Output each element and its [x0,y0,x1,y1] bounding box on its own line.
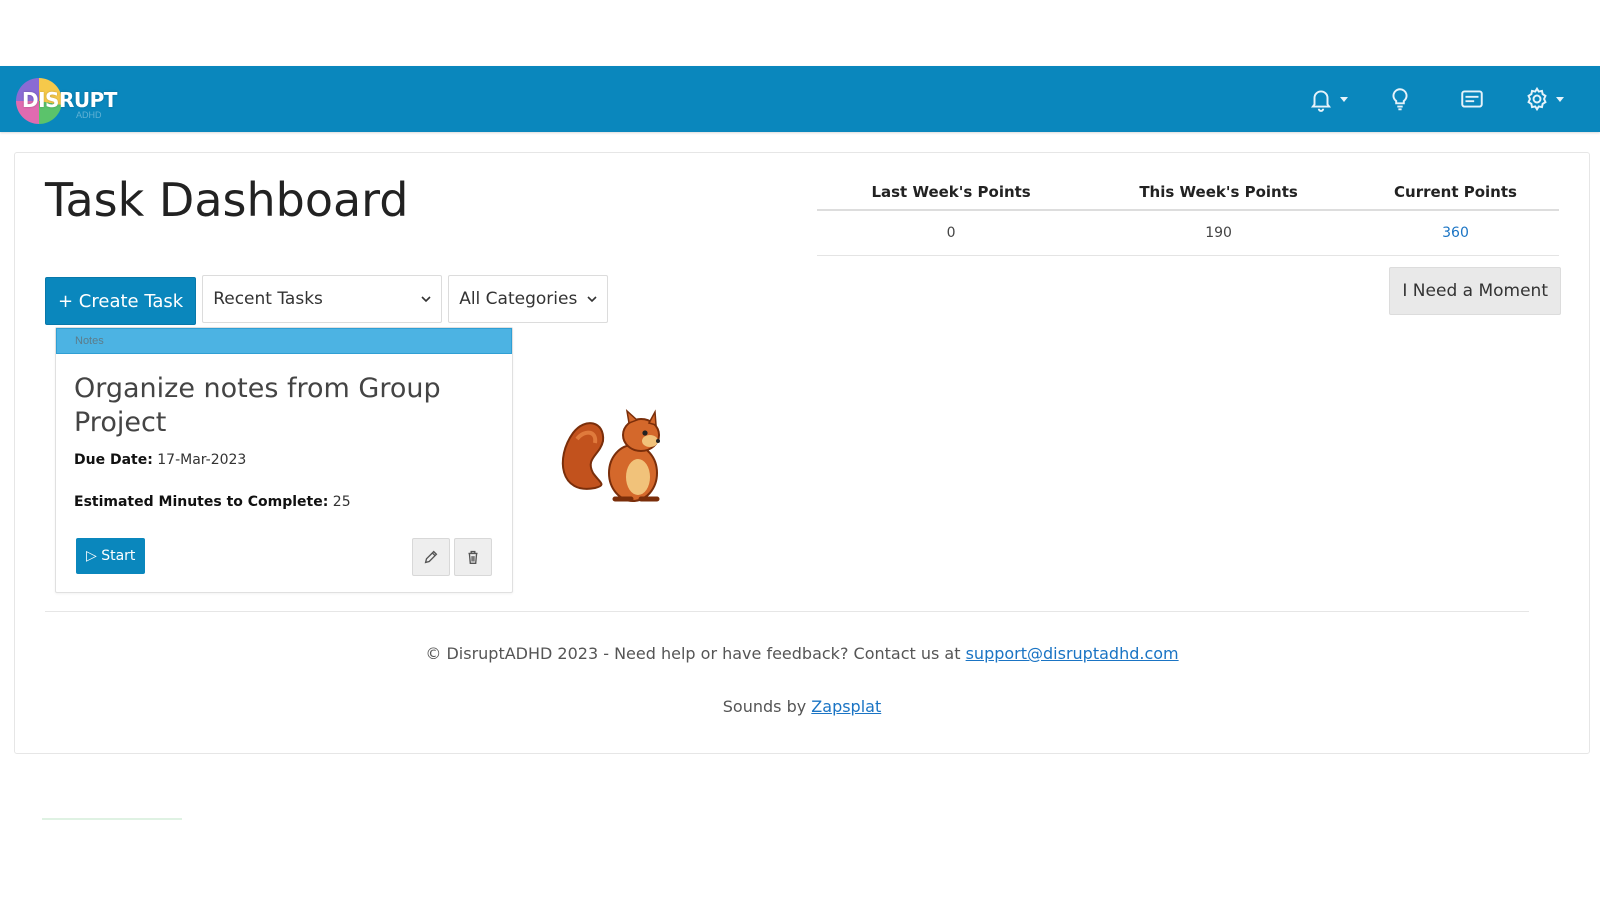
task-filter-value: Recent Tasks [213,289,323,309]
top-navbar: DISRUPT ADHD [0,66,1600,132]
task-filter-select[interactable]: Recent Tasks [202,275,443,323]
decorative-line [42,818,182,820]
brand-subtitle: ADHD [76,110,102,120]
need-a-moment-button[interactable]: I Need a Moment [1389,267,1561,315]
footer-sounds-text: Sounds by [722,697,807,716]
header-this-week-points: This Week's Points [1085,175,1352,211]
chevron-down-icon [587,296,597,303]
current-points-value[interactable]: 360 [1352,210,1559,256]
edit-task-button[interactable] [412,538,450,576]
estimated-minutes-label: Estimated Minutes to Complete: [74,494,329,510]
due-date-label: Due Date: [74,452,153,468]
header-last-week-points: Last Week's Points [817,175,1086,211]
zapsplat-link[interactable]: Zapsplat [811,697,881,716]
points-table: Last Week's Points This Week's Points Cu… [817,175,1559,256]
gear-icon [1527,86,1547,112]
task-title: Organize notes from Group Project [74,373,441,438]
chevron-down-icon [1556,96,1564,102]
task-due-date: Due Date: 17-Mar-2023 [74,452,494,468]
footer-copyright-text: © DisruptADHD 2023 - Need help or have f… [425,644,961,663]
card-icon [1461,90,1483,108]
bell-icon [1310,90,1332,112]
settings-button[interactable] [1508,66,1580,132]
footer-copyright: © DisruptADHD 2023 - Need help or have f… [15,644,1589,663]
chevron-down-icon [1340,96,1348,102]
category-filter-select[interactable]: All Categories [448,275,609,323]
task-estimated-minutes: Estimated Minutes to Complete: 25 [74,494,494,510]
brand-logo[interactable]: DISRUPT ADHD [16,74,126,124]
header-current-points: Current Points [1352,175,1559,211]
category-filter-value: All Categories [459,289,578,309]
support-email-link[interactable]: support@disruptadhd.com [966,644,1179,663]
estimated-minutes-value: 25 [332,494,351,510]
start-task-button[interactable]: ▷ Start [76,538,146,574]
notifications-button[interactable] [1292,66,1364,132]
this-week-points-value: 190 [1085,210,1352,256]
lightbulb-icon [1392,88,1408,111]
squirrel-mascot-image [561,409,660,502]
page-title: Task Dashboard [45,173,409,227]
rewards-button[interactable] [1436,66,1508,132]
last-week-points-value: 0 [817,210,1086,256]
create-task-button[interactable]: + Create Task [45,277,197,325]
dashboard-panel: Task Dashboard Last Week's Points This W… [14,152,1590,754]
footer-divider [45,611,1529,612]
navbar-actions [1292,66,1580,132]
footer-sounds: Sounds by Zapsplat [15,697,1589,716]
chevron-down-icon [421,296,431,303]
due-date-value: 17-Mar-2023 [157,452,247,468]
brand-name: DISRUPT [22,88,117,112]
task-category-bar: Notes [56,328,512,354]
delete-task-button[interactable] [454,538,492,576]
trash-icon [468,550,478,564]
task-card: Notes Organize notes from Group Project … [55,327,513,593]
pencil-icon [424,550,438,564]
tips-button[interactable] [1364,66,1436,132]
task-toolbar: + Create Task Recent Tasks All Categorie… [45,275,609,325]
